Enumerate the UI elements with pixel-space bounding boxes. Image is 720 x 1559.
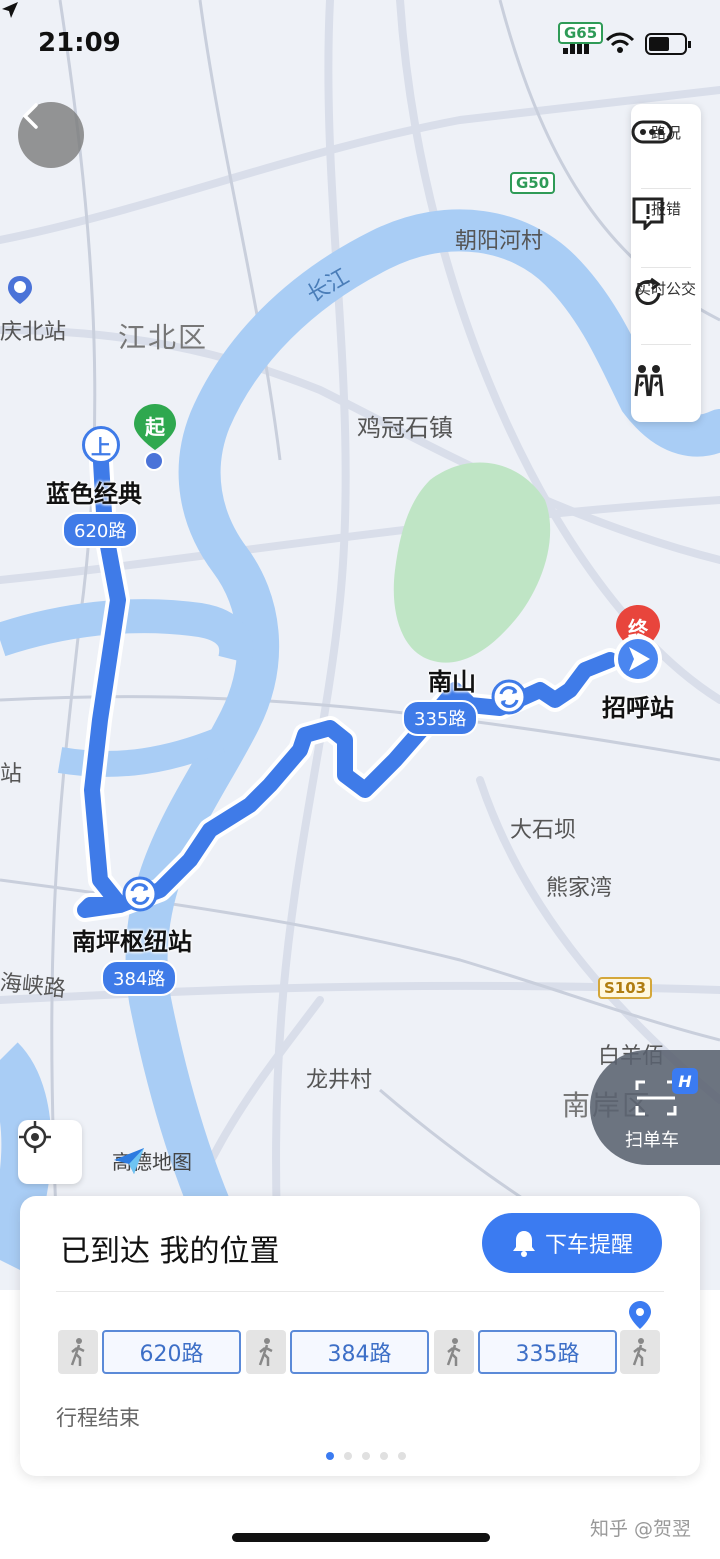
metro-icon xyxy=(8,276,32,304)
battery-icon xyxy=(645,33,691,55)
map-label-dashiba: 大石坝 xyxy=(510,818,577,843)
stop-label-lanse: 蓝色经典 xyxy=(46,480,142,508)
scan-icon xyxy=(635,1080,677,1116)
walk-icon xyxy=(258,1338,273,1366)
route-badge-620: 620路 xyxy=(62,512,139,548)
highway-sign-g65: G65 xyxy=(558,22,604,44)
tool-traffic[interactable]: 路况 xyxy=(631,120,701,144)
walk-segment xyxy=(620,1330,660,1374)
trip-status-card: 已到达 我的位置 下车提醒 620路 384路 335路 行程结束 xyxy=(20,1196,700,1476)
page-dot xyxy=(344,1452,352,1460)
amap-brand: 高德地图 xyxy=(112,1146,192,1175)
walk-segment xyxy=(58,1330,98,1374)
segment-bus-335[interactable]: 335路 xyxy=(478,1330,617,1374)
map-label-xiongjiawan: 熊家湾 xyxy=(546,876,613,901)
map-label-haixia: 海峡路 xyxy=(0,970,67,1003)
walk-icon xyxy=(70,1338,85,1366)
destination-pin-icon xyxy=(629,1301,651,1329)
traffic-icon xyxy=(631,120,673,144)
page-dot xyxy=(398,1452,406,1460)
map-view[interactable]: 21:09 G65 G50 S103 庆北站 江北区 长江 朝阳河村 鸡冠石镇 … xyxy=(0,0,720,1290)
people-icon xyxy=(634,365,664,397)
transfer-icon xyxy=(122,876,158,912)
location-arrow-icon xyxy=(2,2,18,18)
tool-report[interactable]: 报错 xyxy=(631,196,701,230)
scan-bike-label: 扫单车 xyxy=(625,1130,679,1151)
page-dot xyxy=(326,1452,334,1460)
trip-end-status: 行程结束 xyxy=(56,1406,140,1430)
scan-bike-button[interactable]: H 扫单车 xyxy=(590,1050,720,1165)
navigation-arrow-icon xyxy=(614,635,662,683)
map-label-qingbei-station: 庆北站 xyxy=(0,320,67,345)
start-marker-label: 起 xyxy=(145,415,165,439)
crosshair-icon xyxy=(19,1121,51,1153)
stop-label-zhaohu: 招呼站 xyxy=(602,694,674,722)
highway-sign-s103: S103 xyxy=(598,977,653,999)
status-time: 21:09 xyxy=(38,28,121,58)
highway-sign-g50: G50 xyxy=(510,172,556,194)
bike-brand-icon: H xyxy=(672,1068,698,1094)
page-dot xyxy=(380,1452,388,1460)
watermark: 知乎 @贺翌 xyxy=(590,1518,692,1540)
bell-icon xyxy=(512,1231,535,1257)
page-indicator xyxy=(326,1452,406,1460)
amap-logo-icon xyxy=(114,1148,144,1174)
segment-bus-620[interactable]: 620路 xyxy=(102,1330,241,1374)
map-tool-panel: 路况 报错 实时公交 xyxy=(631,104,701,422)
alight-alert-label: 下车提醒 xyxy=(544,1233,633,1258)
tool-realtime-bus[interactable]: 实时公交 xyxy=(631,276,701,305)
map-label-chaoyanghe: 朝阳河村 xyxy=(455,229,544,254)
home-indicator[interactable] xyxy=(232,1533,490,1542)
walk-segment xyxy=(434,1330,474,1374)
walk-icon xyxy=(632,1338,647,1366)
walk-icon xyxy=(446,1338,461,1366)
transfer-icon xyxy=(491,679,527,715)
map-label-jiguanshi: 鸡冠石镇 xyxy=(357,414,453,442)
map-label-longjing: 龙井村 xyxy=(306,1068,373,1093)
page-dot xyxy=(362,1452,370,1460)
map-label-zhan: 站 xyxy=(0,762,23,787)
card-divider xyxy=(56,1291,664,1292)
alight-alert-button[interactable]: 下车提醒 xyxy=(482,1213,662,1273)
arrival-title: 已到达 我的位置 xyxy=(60,1234,280,1269)
map-label-jiangbei: 江北区 xyxy=(118,321,209,354)
route-badge-384: 384路 xyxy=(101,960,178,996)
chevron-left-icon xyxy=(22,103,38,129)
walk-segment xyxy=(246,1330,286,1374)
locate-button[interactable] xyxy=(18,1120,82,1184)
segment-bus-384[interactable]: 384路 xyxy=(290,1330,429,1374)
refresh-icon xyxy=(635,277,661,305)
stop-label-nanshan: 南山 xyxy=(428,668,476,696)
route-badge-335: 335路 xyxy=(402,700,479,736)
stop-label-nanping: 南坪枢纽站 xyxy=(72,928,192,956)
wifi-icon xyxy=(605,32,635,53)
back-button[interactable] xyxy=(18,102,84,168)
board-marker: 上 xyxy=(82,426,120,464)
report-icon xyxy=(632,197,664,230)
